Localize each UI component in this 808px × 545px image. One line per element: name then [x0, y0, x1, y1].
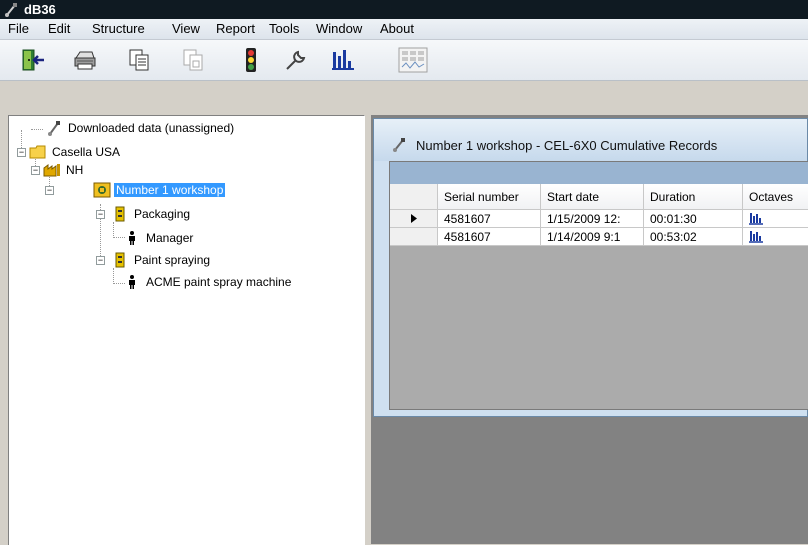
- tree-node-label: Number 1 workshop: [114, 183, 226, 197]
- print-button[interactable]: [70, 46, 100, 74]
- menu-about[interactable]: About: [378, 21, 416, 37]
- tree-connector: [31, 129, 43, 130]
- toolbar: [0, 40, 808, 81]
- meter-icon: [392, 137, 406, 155]
- tree-node-label: Downloaded data (unassigned): [68, 121, 235, 135]
- expander-paint-spraying[interactable]: −: [96, 256, 105, 265]
- copy-chart-icon: [180, 48, 206, 72]
- person-icon: [123, 274, 141, 290]
- copy-chart-button[interactable]: [178, 46, 208, 74]
- tree-node-label: Casella USA: [52, 145, 121, 159]
- tree-node-packaging[interactable]: Packaging: [111, 206, 192, 222]
- menu-window[interactable]: Window: [314, 21, 364, 37]
- column-header-start-date[interactable]: Start date: [541, 184, 644, 210]
- tree-connector: [113, 268, 114, 284]
- cell-start-date[interactable]: 1/14/2009 9:1: [541, 228, 644, 246]
- tree-node-paint-spraying[interactable]: Paint spraying: [111, 252, 212, 268]
- tree-node-nh[interactable]: NH: [43, 162, 85, 178]
- tree-node-label: Paint spraying: [134, 253, 211, 267]
- tree-node-label: Manager: [146, 231, 194, 245]
- column-header-octaves[interactable]: Octaves: [743, 184, 808, 210]
- cell-serial-number[interactable]: 4581607: [438, 228, 541, 246]
- table-row[interactable]: 4581607 1/14/2009 9:1 00:53:02: [390, 228, 808, 246]
- process-icon: [111, 206, 129, 222]
- tree-node-number-1-workshop[interactable]: Number 1 workshop: [93, 182, 226, 198]
- bar-chart-icon: [330, 48, 356, 72]
- workshop-icon: [93, 182, 111, 198]
- tree-node-casella-usa[interactable]: Casella USA: [29, 144, 122, 160]
- cell-duration[interactable]: 00:53:02: [644, 228, 743, 246]
- expander-number-1-workshop[interactable]: −: [45, 186, 54, 195]
- menu-view[interactable]: View: [170, 21, 202, 37]
- meter-icon: [45, 120, 63, 136]
- row-selector[interactable]: [390, 228, 438, 246]
- row-selector[interactable]: [390, 210, 438, 228]
- folder-icon: [29, 144, 47, 160]
- expander-casella-usa[interactable]: −: [17, 148, 26, 157]
- printer-icon: [72, 48, 98, 72]
- records-window[interactable]: Number 1 workshop - CEL-6X0 Cumulative R…: [373, 118, 808, 417]
- menu-file[interactable]: File: [6, 21, 31, 37]
- current-row-arrow-icon: [410, 210, 417, 227]
- tree-node-label: NH: [66, 163, 84, 177]
- copy-report-button[interactable]: [124, 46, 154, 74]
- window-title: dB36: [24, 2, 56, 17]
- menu-tools[interactable]: Tools: [267, 21, 301, 37]
- person-icon: [123, 230, 141, 246]
- records-window-titlebar[interactable]: Number 1 workshop - CEL-6X0 Cumulative R…: [374, 119, 807, 161]
- factory-icon: [43, 162, 61, 178]
- octave-chart-icon[interactable]: [749, 213, 763, 227]
- tools-button[interactable]: [280, 46, 310, 74]
- traffic-light-icon: [244, 47, 258, 73]
- menu-structure[interactable]: Structure: [90, 21, 147, 37]
- wrench-icon: [282, 48, 308, 72]
- calculator-button[interactable]: [398, 46, 428, 74]
- column-header-serial-number[interactable]: Serial number: [438, 184, 541, 210]
- records-window-title: Number 1 workshop - CEL-6X0 Cumulative R…: [416, 138, 718, 153]
- expander-packaging[interactable]: −: [96, 210, 105, 219]
- tree-node-label: Packaging: [134, 207, 191, 221]
- cell-start-date[interactable]: 1/15/2009 12:: [541, 210, 644, 228]
- menu-edit[interactable]: Edit: [46, 21, 72, 37]
- copy-report-icon: [126, 48, 152, 72]
- traffic-light-button[interactable]: [236, 46, 266, 74]
- cell-duration[interactable]: 00:01:30: [644, 210, 743, 228]
- tree-node-acme-paint-spray-machine[interactable]: ACME paint spray machine: [123, 274, 293, 290]
- exit-button[interactable]: [18, 46, 48, 74]
- records-grid[interactable]: Serial number Start date Duration Octave…: [389, 161, 808, 410]
- table-row[interactable]: 4581607 1/15/2009 12: 00:01:30: [390, 210, 808, 228]
- process-icon: [111, 252, 129, 268]
- tree-node-manager[interactable]: Manager: [123, 230, 195, 246]
- column-header-duration[interactable]: Duration: [644, 184, 743, 210]
- title-bar: dB36: [0, 0, 808, 19]
- tree-connector: [113, 222, 114, 238]
- calculator-icon: [398, 47, 428, 73]
- cell-octaves[interactable]: [743, 210, 808, 228]
- tree-node-label: ACME paint spray machine: [146, 275, 292, 289]
- exit-door-icon: [20, 48, 46, 72]
- menu-report[interactable]: Report: [214, 21, 257, 37]
- grid-caption-bar: [390, 162, 808, 184]
- site-tree[interactable]: − − − − − Downloaded data (unassigned) C…: [8, 115, 365, 545]
- row-header-corner: [390, 184, 438, 210]
- tree-node-downloaded-data[interactable]: Downloaded data (unassigned): [45, 120, 236, 136]
- octave-chart-icon[interactable]: [749, 231, 763, 245]
- cell-octaves[interactable]: [743, 228, 808, 246]
- meter-icon: [4, 2, 18, 17]
- cell-serial-number[interactable]: 4581607: [438, 210, 541, 228]
- expander-nh[interactable]: −: [31, 166, 40, 175]
- octave-chart-button[interactable]: [328, 46, 358, 74]
- grid-header-row: Serial number Start date Duration Octave…: [390, 184, 808, 210]
- menu-bar: File Edit Structure View Report Tools Wi…: [0, 19, 808, 40]
